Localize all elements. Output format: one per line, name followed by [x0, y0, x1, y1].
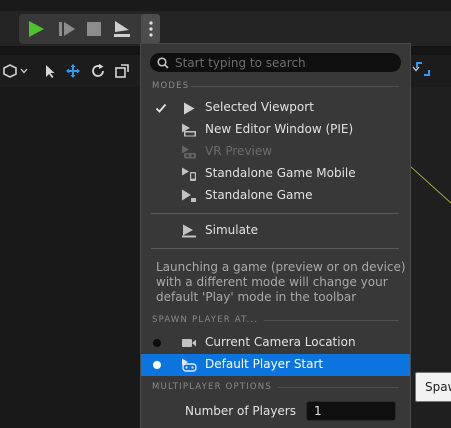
spawn-default-player-start[interactable]: Default Player Start: [141, 354, 410, 376]
vertical-ellipsis-icon: [148, 21, 153, 37]
standalone-icon: [181, 189, 197, 203]
play-options-menu: MODES Selected Viewport New Editor Windo…: [140, 43, 411, 428]
mode-simulate[interactable]: Simulate: [141, 220, 410, 242]
eject-button[interactable]: [111, 19, 133, 39]
gamepad-icon: [181, 358, 197, 372]
multiplayer-header-line: [278, 387, 399, 388]
translate-mode-button[interactable]: [64, 63, 82, 79]
advance-frame-button[interactable]: [56, 19, 78, 39]
spawn-current-camera-location[interactable]: Current Camera Location: [141, 332, 410, 354]
spawn-header-line: [264, 320, 399, 321]
select-mode-button[interactable]: [41, 63, 59, 79]
scale-mode-button[interactable]: [113, 63, 131, 79]
chevron-down-icon: [20, 68, 28, 74]
mode-standalone-game[interactable]: Standalone Game: [141, 185, 410, 207]
search-icon: [157, 56, 169, 69]
number-of-players-input[interactable]: [306, 401, 396, 421]
viewport-options-button[interactable]: [2, 63, 18, 79]
radio-button-selected[interactable]: [153, 361, 161, 369]
viewport-options-dropdown[interactable]: [18, 63, 30, 79]
stop-icon: [87, 22, 101, 36]
play-button[interactable]: [25, 19, 47, 39]
menu-separator: [151, 213, 399, 214]
spawn-section-header: SPAWN PLAYER AT...: [152, 315, 259, 325]
stop-button[interactable]: [83, 19, 105, 39]
camera-icon: [181, 336, 197, 350]
play-controls-group: [19, 14, 160, 44]
play-options-more-button[interactable]: [141, 14, 160, 44]
scale-icon: [115, 64, 129, 78]
spawn-tooltip: Spawn: [415, 372, 451, 402]
rotate-icon: [90, 63, 106, 79]
play-icon: [181, 101, 197, 115]
move-arrows-icon: [65, 63, 81, 79]
mode-selected-viewport[interactable]: Selected Viewport: [141, 97, 410, 119]
rotate-mode-button[interactable]: [89, 63, 107, 79]
menu-separator: [151, 248, 399, 249]
eject-icon: [113, 20, 131, 38]
multiplayer-section-header: MULTIPLAYER OPTIONS: [152, 382, 272, 392]
cube-icon: [3, 64, 17, 78]
play-mode-info-text: Launching a game (preview or on device) …: [156, 260, 406, 304]
menu-search-box: [150, 53, 401, 72]
title-bar-strip: [0, 0, 451, 11]
radio-button[interactable]: [153, 339, 161, 347]
number-of-players-label: Number of Players: [185, 404, 296, 418]
mode-standalone-game-mobile[interactable]: Standalone Game Mobile: [141, 163, 410, 185]
checkmark-icon: [155, 102, 167, 114]
modes-header-line: [191, 86, 399, 87]
search-input[interactable]: [175, 55, 390, 70]
level-viewport[interactable]: [0, 87, 140, 428]
play-icon: [27, 20, 45, 38]
modes-section-header: MODES: [152, 81, 190, 91]
simulate-icon: [181, 224, 197, 238]
grid-snap-button[interactable]: [416, 62, 430, 76]
new-window-icon: [181, 123, 197, 137]
mode-vr-preview[interactable]: VR Preview: [141, 141, 410, 163]
mode-new-editor-window[interactable]: New Editor Window (PIE): [141, 119, 410, 141]
vr-headset-icon: [181, 145, 197, 159]
cursor-icon: [44, 64, 56, 79]
advance-frame-icon: [58, 21, 76, 37]
mobile-icon: [181, 167, 197, 181]
grid-snap-icon: [416, 62, 430, 76]
